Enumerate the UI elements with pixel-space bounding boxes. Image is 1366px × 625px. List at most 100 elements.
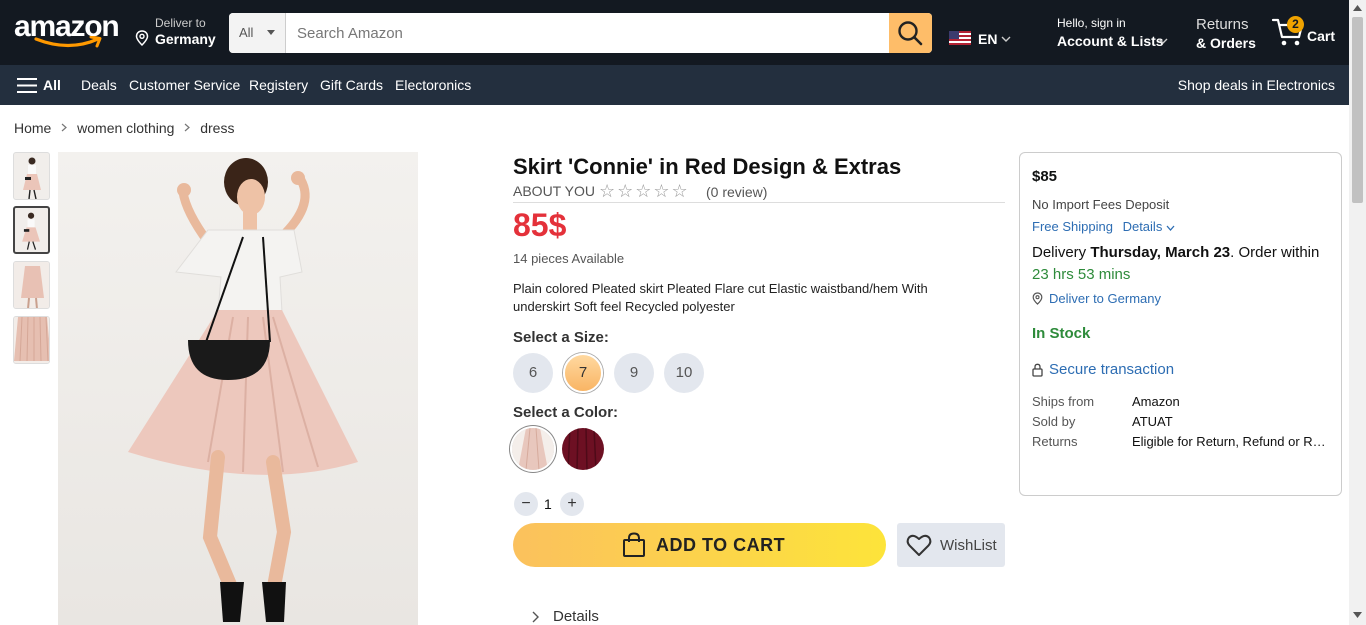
add-to-cart-label: ADD TO CART bbox=[656, 535, 786, 555]
delivery-suffix: . Order within bbox=[1230, 244, 1320, 261]
returns-key: Returns bbox=[1032, 434, 1078, 449]
thumbnail-2[interactable] bbox=[13, 206, 50, 254]
deliver-to-link[interactable]: Deliver to Germany bbox=[1032, 291, 1161, 306]
returns-orders[interactable]: Returns & Orders bbox=[1196, 16, 1256, 52]
location-pin-icon bbox=[1032, 292, 1043, 305]
ships-from-value: Amazon bbox=[1132, 394, 1180, 409]
skirt-closeup-thumbnail bbox=[14, 262, 49, 308]
cart-count-badge: 2 bbox=[1287, 16, 1304, 33]
add-to-cart-button[interactable]: ADD TO CART bbox=[513, 523, 886, 567]
color-option-pink[interactable] bbox=[512, 428, 554, 470]
size-option-7[interactable]: 7 bbox=[563, 353, 603, 393]
search-bar: All bbox=[229, 13, 932, 53]
pink-skirt-swatch bbox=[512, 428, 554, 470]
caret-down-icon bbox=[267, 30, 275, 35]
quantity-increase-button[interactable]: + bbox=[560, 492, 584, 516]
scroll-down-arrow-icon[interactable] bbox=[1353, 612, 1362, 618]
stock-status: In Stock bbox=[1032, 325, 1091, 342]
thumbnail-1[interactable] bbox=[13, 152, 50, 200]
size-option-9[interactable]: 9 bbox=[614, 353, 654, 393]
dress-photo-thumbnail bbox=[23, 157, 41, 199]
wishlist-button[interactable]: WishList bbox=[897, 523, 1005, 567]
returns-label: Returns bbox=[1196, 16, 1249, 33]
us-flag-icon bbox=[949, 31, 971, 45]
model-wearing-skirt-image bbox=[128, 158, 358, 622]
scrollbar-thumb[interactable] bbox=[1352, 17, 1363, 203]
import-fees-text: No Import Fees Deposit bbox=[1032, 197, 1170, 212]
deliver-to[interactable]: Deliver to Germany bbox=[135, 16, 220, 50]
deliver-to-country: Germany bbox=[155, 31, 216, 47]
amazon-logo[interactable]: amazon bbox=[14, 10, 120, 50]
shipping-details-link[interactable]: Details bbox=[1123, 219, 1163, 234]
search-input[interactable] bbox=[286, 13, 889, 53]
size-label: Select a Size: bbox=[513, 329, 609, 346]
sold-by-key: Sold by bbox=[1032, 414, 1076, 429]
details-label: Details bbox=[553, 608, 599, 625]
nav-shop-deals-link[interactable]: Shop deals in Electronics bbox=[1178, 77, 1335, 93]
size-option-10[interactable]: 10 bbox=[664, 353, 704, 393]
nav-all[interactable]: All bbox=[43, 77, 61, 93]
rating-stars-icon[interactable]: ☆☆☆☆☆ bbox=[599, 181, 690, 202]
nav-item-gift-cards[interactable]: Gift Cards bbox=[320, 77, 383, 93]
quantity-decrease-button[interactable]: − bbox=[514, 492, 538, 516]
color-option-burgundy[interactable] bbox=[562, 428, 604, 470]
search-icon bbox=[898, 21, 923, 46]
thumbnail-3[interactable] bbox=[13, 261, 50, 309]
cart-button[interactable]: 2 Cart bbox=[1271, 14, 1337, 50]
breadcrumb-dress[interactable]: dress bbox=[200, 120, 234, 136]
color-label: Select a Color: bbox=[513, 404, 619, 421]
account-label: Account & Lists bbox=[1057, 33, 1164, 49]
account-greeting: Hello, sign in bbox=[1057, 16, 1126, 30]
chevron-down-icon bbox=[1166, 225, 1175, 231]
scroll-up-arrow-icon[interactable] bbox=[1353, 5, 1362, 11]
smile-arrow-icon bbox=[34, 36, 102, 48]
product-title: Skirt 'Connie' in Red Design & Extras bbox=[513, 154, 902, 179]
nav-item-registery[interactable]: Registery bbox=[249, 77, 308, 93]
cart-label: Cart bbox=[1307, 28, 1336, 44]
brand-rating-row: ABOUT YOU ☆☆☆☆☆ (0 review) bbox=[513, 181, 1005, 203]
chevron-right-icon bbox=[184, 123, 191, 132]
nav-bar: All Deals Customer Service Registery Gif… bbox=[0, 65, 1349, 105]
review-count[interactable]: (0 review) bbox=[706, 184, 767, 200]
deliver-to-text: Deliver to Germany bbox=[1049, 291, 1161, 306]
language-selector[interactable]: EN bbox=[949, 22, 1019, 47]
secure-transaction-label: Secure transaction bbox=[1049, 361, 1175, 378]
chevron-right-icon bbox=[532, 611, 539, 623]
sold-by-value[interactable]: ATUAT bbox=[1132, 412, 1327, 432]
search-category-value: All bbox=[239, 25, 254, 40]
nav-item-electronics[interactable]: Electoronics bbox=[395, 77, 471, 93]
breadcrumb-home[interactable]: Home bbox=[14, 120, 51, 136]
burgundy-skirt-swatch bbox=[562, 428, 604, 470]
deliver-to-label: Deliver to bbox=[155, 16, 206, 30]
search-category-select[interactable]: All bbox=[229, 13, 286, 53]
page-scrollbar[interactable] bbox=[1349, 0, 1366, 625]
product-brand[interactable]: ABOUT YOU bbox=[513, 183, 595, 199]
chevron-down-icon bbox=[1158, 38, 1168, 44]
thumbnail-4[interactable] bbox=[13, 316, 50, 364]
hamburger-menu-icon[interactable] bbox=[17, 78, 37, 93]
account-lists[interactable]: Hello, sign in Account & Lists bbox=[1057, 16, 1172, 50]
returns-value[interactable]: Eligible for Return, Refund or Replaceme… bbox=[1132, 432, 1327, 452]
heart-icon bbox=[906, 534, 932, 556]
buy-box: $85 No Import Fees Deposit Free Shipping… bbox=[1019, 152, 1342, 496]
size-option-6[interactable]: 6 bbox=[513, 353, 553, 393]
search-button[interactable] bbox=[889, 13, 932, 53]
secure-transaction-link[interactable]: Secure transaction bbox=[1032, 361, 1174, 378]
order-timer: 23 hrs 53 mins bbox=[1032, 266, 1131, 283]
delivery-date: Thursday, March 23 bbox=[1090, 244, 1231, 261]
lock-icon bbox=[1032, 363, 1043, 377]
delivery-prefix: Delivery bbox=[1032, 244, 1091, 261]
chevron-down-icon bbox=[1001, 36, 1011, 42]
chevron-right-icon bbox=[61, 123, 68, 132]
nav-item-deals[interactable]: Deals bbox=[81, 77, 117, 93]
top-header: amazon Deliver to Germany All Search Ama… bbox=[0, 0, 1349, 65]
dress-photo-thumbnail bbox=[22, 212, 40, 250]
free-shipping-link[interactable]: Free Shipping bbox=[1032, 219, 1113, 234]
orders-label: & Orders bbox=[1196, 35, 1256, 51]
breadcrumb-women-clothing[interactable]: women clothing bbox=[77, 120, 174, 136]
breadcrumb: Home women clothing dress bbox=[14, 119, 234, 136]
wishlist-label: WishList bbox=[940, 537, 997, 554]
product-price: 85$ bbox=[513, 207, 567, 243]
product-main-image[interactable] bbox=[58, 152, 418, 625]
nav-item-customer-service[interactable]: Customer Service bbox=[129, 77, 240, 93]
